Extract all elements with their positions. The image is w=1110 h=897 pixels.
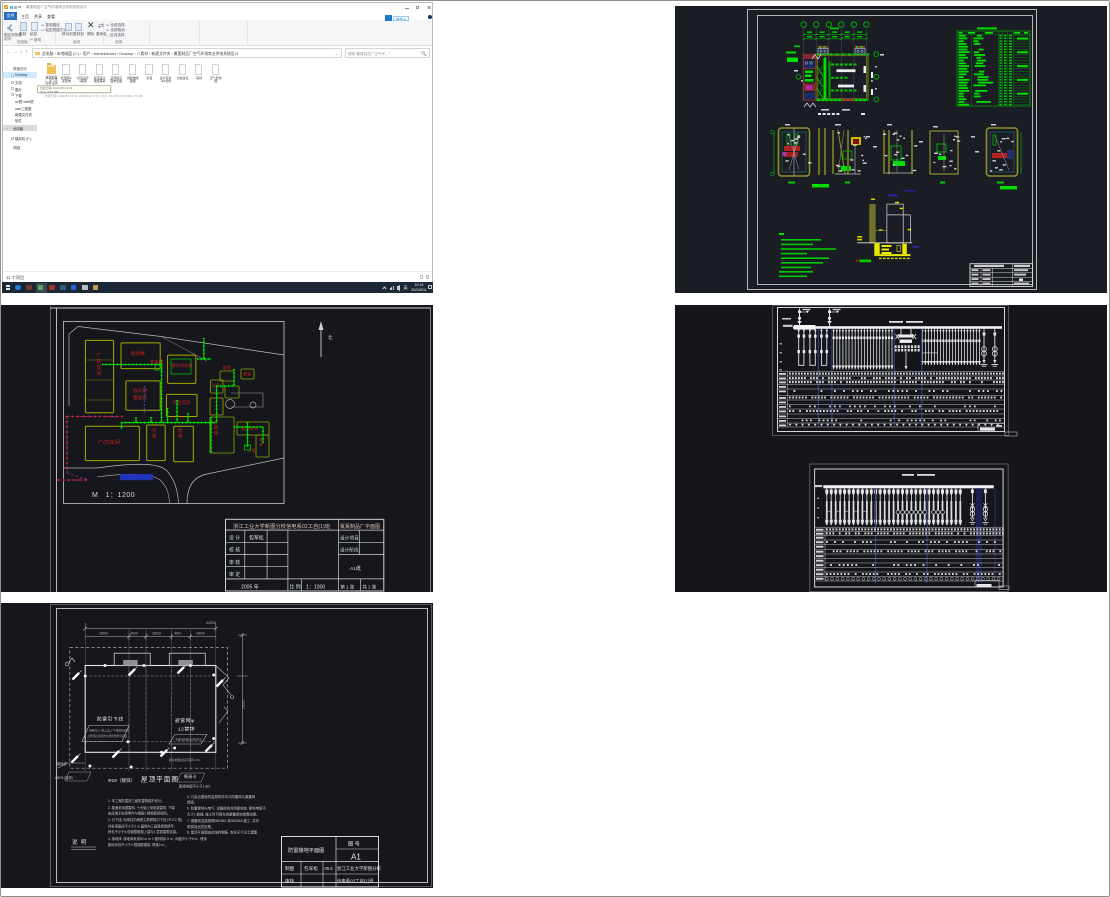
svg-text:防腐蚀全层处理。: 防腐蚀全层处理。: [187, 824, 214, 829]
svg-text:校 核: 校 核: [229, 547, 240, 554]
svg-text:并采用直径不小于2 m 圆钢与三级联接焊接牢,: 并采用直径不小于2 m 圆钢与三级联接焊接牢,: [108, 824, 175, 829]
svg-text:厂房车间: 厂房车间: [97, 353, 102, 377]
svg-text:用铁红0.2"死上盖,2"下铁梯的焊过: 用铁红0.2"死上盖,2"下铁梯的焊过: [89, 729, 129, 733]
svg-text:5. 凡高出屋面的金属构件均与防雷网与避雷网: 5. 凡高出屋面的金属构件均与防雷网与避雷网: [187, 794, 256, 799]
svg-text:待建: 待建: [152, 427, 157, 439]
svg-text:审核: 审核: [285, 878, 295, 885]
svg-text:图 号: 图 号: [348, 841, 360, 848]
svg-text:配电: 配电: [178, 428, 183, 438]
svg-text:大于1 欧姆, 施工时可预先测避雷接地装置效果。: 大于1 欧姆, 施工时可预先测避雷接地装置效果。: [187, 812, 260, 817]
svg-text:防雷接地平面图: 防雷接地平面图: [288, 846, 324, 854]
svg-text:44000: 44000: [206, 621, 216, 625]
svg-text:M 1：1200: M 1：1200: [92, 492, 135, 499]
svg-text:距地坪线不小于3 根钢筋锻接, 焊接2 m 。: 距地坪线不小于3 根钢筋锻接, 焊接2 m 。: [108, 842, 168, 847]
svg-text:说 明: 说 明: [72, 838, 87, 846]
svg-text:24000: 24000: [242, 699, 246, 709]
svg-text:浙江工业大学新图分校: 浙江工业大学新图分校: [337, 865, 382, 872]
svg-text:制图: 制图: [285, 865, 295, 872]
svg-text:设计项目: 设计项目: [340, 535, 359, 542]
svg-text:避雷网φ: 避雷网φ: [175, 717, 195, 724]
svg-text:2005 年: 2005 年: [241, 583, 259, 590]
svg-text:焊长不小于8 倍钢筋锻粗上端与1 层避雷带连接。: 焊长不小于8 倍钢筋锻粗上端与1 层避雷带连接。: [108, 829, 179, 834]
svg-text:设 计: 设 计: [229, 535, 240, 542]
svg-text:食堂: 食堂: [243, 371, 251, 377]
svg-text:共 1 张: 共 1 张: [363, 583, 377, 590]
svg-text:比 例: 比 例: [290, 583, 301, 590]
svg-text:断接卡: 断接卡: [184, 773, 197, 780]
svg-text:包军松: 包军松: [249, 535, 264, 542]
svg-text:A1: A1: [351, 853, 361, 862]
svg-text:第 1 张: 第 1 张: [341, 583, 355, 590]
svg-text:4000: 4000: [131, 632, 138, 636]
svg-text:7. 避雷线连接按照05D562 和05D563 施工, 并: 7. 避雷线连接按照05D562 和05D563 施工, 并作: [187, 818, 260, 823]
svg-text:防雷引下线: 防雷引下线: [97, 716, 124, 723]
svg-text:05.6: 05.6: [325, 866, 334, 871]
svg-text:接地线: 接地线: [57, 761, 67, 766]
svg-text:信电系02工自(1)班: 信电系02工自(1)班: [337, 878, 374, 885]
svg-text:20000: 20000: [99, 632, 108, 636]
svg-text:审 定: 审 定: [229, 571, 240, 578]
svg-text:由此端子由预埋件与钢筋2 根钢筋焊接网。: 由此端子由预埋件与钢筋2 根钢筋焊接网。: [108, 811, 170, 816]
svg-text:厂(2)车间: 厂(2)车间: [98, 438, 120, 446]
svg-text:浙江工业大学新图分校信电系02工自(1)班: 浙江工业大学新图分校信电系02工自(1)班: [233, 522, 331, 530]
svg-text:16000: 16000: [196, 632, 205, 636]
svg-text:Φ18（镀锌）: Φ18（镀锌）: [108, 777, 135, 784]
svg-text:不锈征预铁社骨棒不凡: 不锈征预铁社骨棒不凡: [175, 738, 202, 742]
svg-text:北: 北: [328, 334, 333, 341]
svg-text:包军松: 包军松: [304, 865, 318, 872]
svg-text:屋顶平面图: 屋顶平面图: [141, 776, 179, 784]
svg-text:12镀锌: 12镀锌: [178, 726, 195, 733]
svg-text:设计阶段: 设计阶段: [340, 547, 359, 554]
svg-text:16000: 16000: [152, 632, 161, 636]
svg-text:审 核: 审 核: [229, 559, 240, 566]
svg-text:1. 本工程防雷按三级防雷物保护设计。: 1. 本工程防雷按三级防雷物保护设计。: [108, 798, 164, 803]
svg-text:距接地面连接平面可1.8m: 距接地面连接平面可1.8m: [169, 758, 201, 762]
svg-text:办公楼: 办公楼: [133, 387, 148, 394]
svg-text:距接地面不小于1.8m: 距接地面不小于1.8m: [179, 784, 210, 789]
svg-text:宿舍: 宿舍: [223, 364, 231, 370]
svg-text:3. 引下线, 利用柱内两根主筋焊接引下线 (不少2 根),: 3. 引下线, 利用柱内两根主筋焊接引下线 (不少2 根),: [108, 817, 183, 822]
svg-text:4000: 4000: [174, 632, 181, 636]
svg-text:宿舍区: 宿舍区: [133, 394, 148, 401]
svg-text:A1纸: A1纸: [350, 565, 361, 572]
svg-text:L50*5 (镀锌): L50*5 (镀锌): [55, 775, 73, 780]
svg-text:氟氯制品厂平面图: 氟氯制品厂平面图: [340, 523, 380, 530]
svg-text:4. 接地体: 接地体采用50 m m 2 镀锌钢2.5 m: 4. 接地体: 接地体采用50 m m 2 镀锌钢2.5 m , 间距不小于5 …: [108, 836, 207, 841]
svg-text:2. 屋面采用避雷网, 十大轴上采用避雷带, 下端: 2. 屋面采用避雷网, 十大轴上采用避雷带, 下端: [108, 805, 175, 810]
svg-text:浴室: 浴室: [212, 382, 220, 388]
svg-text:1：1000: 1：1000: [306, 584, 325, 590]
svg-text:上所须四等角的全部按所壁可斜接: 上所须四等角的全部按所壁可斜接: [87, 734, 128, 738]
svg-text:8. 屋顶平面图由此结构钢筋, 有关尺寸见土建图: 8. 屋顶平面图由此结构钢筋, 有关尺寸见土建图: [187, 830, 258, 835]
svg-text:6. 防雷接地与电气, 设备接地共用接地体, 接地电阻不: 6. 防雷接地与电气, 设备接地共用接地体, 接地电阻不: [187, 806, 266, 811]
svg-text:综合实验: 综合实验: [173, 399, 191, 406]
svg-text:变电所: 变电所: [150, 359, 164, 366]
svg-text:水泵: 水泵: [248, 448, 256, 453]
svg-text:教学试验楼: 教学试验楼: [172, 362, 193, 369]
svg-text:焊接。: 焊接。: [187, 800, 197, 805]
svg-text:培训楼: 培训楼: [131, 350, 146, 357]
